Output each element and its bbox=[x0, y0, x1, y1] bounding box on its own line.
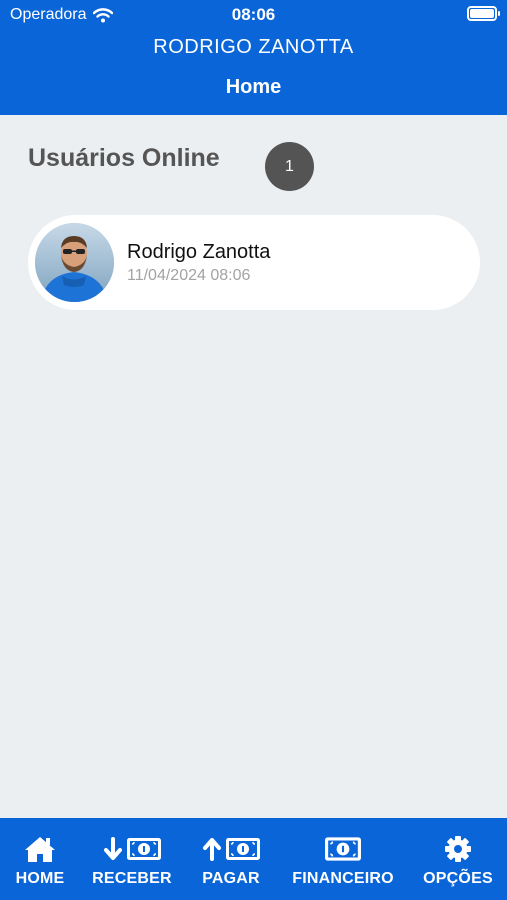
bottom-tab-bar: HOME RECEBER PAGAR FINANCEIRO OPÇÕES bbox=[0, 818, 507, 900]
arrow-down-money-icon bbox=[103, 834, 161, 864]
tab-financeiro-label: FINANCEIRO bbox=[292, 870, 394, 887]
tab-opcoes-label: OPÇÕES bbox=[423, 870, 493, 887]
header-user-name: RODRIGO ZANOTTA bbox=[153, 36, 354, 58]
status-bar: Operadora 08:06 bbox=[0, 0, 507, 30]
tab-pagar-label: PAGAR bbox=[202, 870, 260, 887]
page-title: Home bbox=[225, 76, 282, 98]
home-icon bbox=[24, 834, 56, 864]
online-user-timestamp: 11/04/2024 08:06 bbox=[127, 267, 251, 284]
online-user-name: Rodrigo Zanotta bbox=[127, 241, 271, 263]
gear-icon bbox=[444, 834, 472, 864]
battery-icon bbox=[467, 6, 500, 21]
tab-receber[interactable]: RECEBER bbox=[90, 818, 174, 900]
online-user-card[interactable]: Rodrigo Zanotta 11/04/2024 08:06 bbox=[28, 215, 480, 310]
tab-opcoes[interactable]: OPÇÕES bbox=[418, 818, 498, 900]
online-count-badge: 1 bbox=[265, 142, 314, 191]
tab-financeiro[interactable]: FINANCEIRO bbox=[286, 818, 400, 900]
online-users-title: Usuários Online bbox=[28, 144, 220, 172]
tab-receber-label: RECEBER bbox=[92, 870, 172, 887]
avatar bbox=[35, 223, 114, 302]
tab-home[interactable]: HOME bbox=[10, 818, 70, 900]
app-header: Operadora 08:06 RODRIGO ZANOTTA Home bbox=[0, 0, 507, 115]
arrow-up-money-icon bbox=[202, 834, 260, 864]
tab-pagar[interactable]: PAGAR bbox=[192, 818, 270, 900]
money-icon bbox=[325, 834, 361, 864]
tab-home-label: HOME bbox=[15, 870, 65, 887]
status-time: 08:06 bbox=[231, 5, 276, 24]
